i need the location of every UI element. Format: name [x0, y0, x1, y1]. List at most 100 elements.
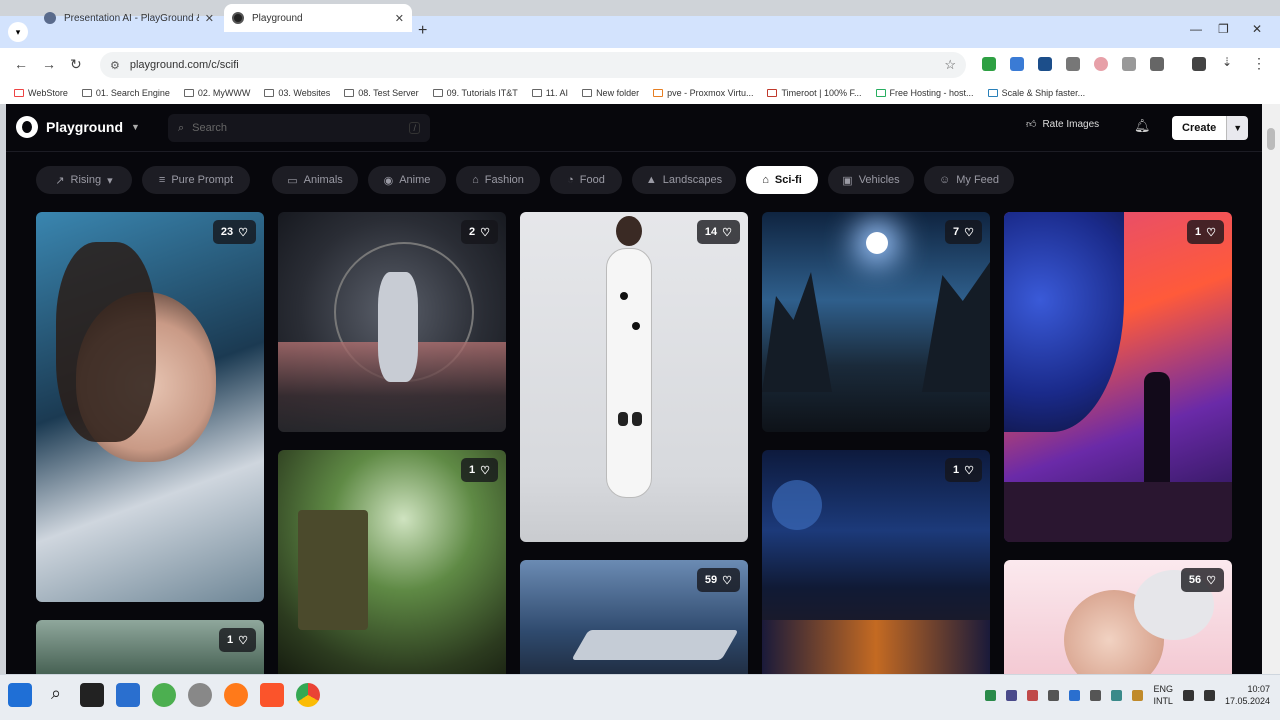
- brave-icon[interactable]: [260, 683, 284, 707]
- tray-app-icon[interactable]: [1111, 689, 1123, 701]
- image-card-forest[interactable]: 1 ♡: [36, 620, 264, 674]
- bookmark-folder[interactable]: 11. AI: [531, 88, 568, 98]
- tab-presentation-ai[interactable]: Presentation AI - PlayGround & ... ✕: [36, 4, 222, 32]
- image-card-jungle[interactable]: 1 ♡: [278, 450, 506, 674]
- bookmark-folder[interactable]: 08. Test Server: [344, 88, 419, 98]
- likes-badge[interactable]: 23 ♡: [212, 220, 256, 244]
- filter-food[interactable]: ◔ Food: [550, 166, 622, 194]
- vpn-icon[interactable]: [188, 683, 212, 707]
- tray-app-icon[interactable]: [985, 689, 997, 701]
- create-dropdown-chevron-icon[interactable]: ▼: [1226, 116, 1249, 140]
- likes-badge[interactable]: 14 ♡: [696, 220, 740, 244]
- restore-button[interactable]: ❐: [1218, 22, 1229, 36]
- close-tab-icon[interactable]: ✕: [395, 12, 404, 25]
- tray-app-icon[interactable]: [1069, 689, 1081, 701]
- bookmark-folder[interactable]: 03. Websites: [264, 88, 330, 98]
- filter-my-feed[interactable]: ☺ My Feed: [924, 166, 1014, 194]
- extensions-puzzle-icon[interactable]: [1150, 57, 1164, 71]
- search-box[interactable]: ⌕ /: [168, 114, 430, 142]
- close-tab-icon[interactable]: ✕: [205, 12, 214, 25]
- likes-count: 1: [469, 464, 476, 476]
- bookmark-folder[interactable]: 01. Search Engine: [81, 88, 170, 98]
- site-info-icon[interactable]: ⚙: [110, 59, 120, 72]
- image-card-star-canyon[interactable]: 7 ♡: [762, 212, 990, 432]
- sync-icon[interactable]: [152, 683, 176, 707]
- extension-sound-icon[interactable]: [1122, 57, 1136, 71]
- image-card-future-city[interactable]: 1 ♡: [762, 450, 990, 674]
- image-card-alien-planet[interactable]: 1 ♡: [1004, 212, 1232, 542]
- address-bar[interactable]: ⚙ playground.com/c/scifi ☆: [100, 52, 966, 78]
- image-card-spaceship[interactable]: 59 ♡: [520, 560, 748, 674]
- likes-badge[interactable]: 1 ♡: [945, 458, 982, 482]
- search-icon[interactable]: ⌕: [44, 683, 68, 707]
- filter-anime[interactable]: ◉ Anime: [368, 166, 446, 194]
- likes-badge[interactable]: 1 ♡: [1187, 220, 1224, 244]
- tab-playground[interactable]: Playground ✕: [224, 4, 412, 32]
- notifications-bell-icon[interactable]: 🔔︎: [1134, 118, 1151, 134]
- clock[interactable]: 10:07 17.05.2024: [1225, 683, 1270, 707]
- filter-sci-fi[interactable]: ⌂ Sci-fi: [746, 166, 818, 194]
- filter-animals[interactable]: ▭ Animals: [272, 166, 358, 194]
- chrome-icon[interactable]: [296, 683, 320, 707]
- language-indicator[interactable]: ENG INTL: [1153, 683, 1173, 707]
- close-window-button[interactable]: ✕: [1252, 22, 1262, 36]
- back-icon[interactable]: ←: [14, 56, 28, 72]
- app-blue-icon[interactable]: [116, 683, 140, 707]
- filter-pure-prompt[interactable]: ≡ Pure Prompt: [142, 166, 250, 194]
- tray-app-icon[interactable]: [1006, 689, 1018, 701]
- bookmark-hosting[interactable]: Free Hosting - host...: [875, 88, 974, 98]
- scrollbar-thumb[interactable]: [1267, 128, 1275, 150]
- likes-badge[interactable]: 1 ♡: [219, 628, 256, 652]
- likes-badge[interactable]: 7 ♡: [945, 220, 982, 244]
- likes-badge[interactable]: 2 ♡: [461, 220, 498, 244]
- filter-rising[interactable]: ↗ Rising ▾: [36, 166, 132, 194]
- extension-shield-blue-icon[interactable]: [1010, 57, 1024, 71]
- tray-app-icon[interactable]: [1132, 689, 1144, 701]
- image-card-white-suit[interactable]: 14 ♡: [520, 212, 748, 542]
- minimize-button[interactable]: —: [1190, 22, 1202, 36]
- side-panel-icon[interactable]: [1192, 57, 1206, 71]
- bookmark-webstore[interactable]: WebStore: [14, 88, 68, 98]
- rate-images-button[interactable]: 👍︎ Rate Images: [1026, 118, 1099, 131]
- filter-vehicles[interactable]: ▣ Vehicles: [828, 166, 914, 194]
- brand-logo[interactable]: Playground ▼: [16, 116, 140, 138]
- firefox-icon[interactable]: [224, 683, 248, 707]
- windows-start-icon[interactable]: [8, 683, 32, 707]
- wifi-icon[interactable]: [1182, 689, 1194, 701]
- filter-landscapes[interactable]: ▲ Landscapes: [632, 166, 736, 194]
- extension-cross-icon[interactable]: [1038, 57, 1052, 71]
- image-card-floral-portrait[interactable]: 56 ♡: [1004, 560, 1232, 674]
- image-card-robot[interactable]: 2 ♡: [278, 212, 506, 432]
- bookmark-proxmox[interactable]: pve - Proxmox Virtu...: [653, 88, 753, 98]
- downloads-icon[interactable]: ⇣: [1222, 55, 1232, 69]
- bookmark-folder[interactable]: 02. MyWWW: [183, 88, 250, 98]
- reload-icon[interactable]: ↻: [70, 56, 82, 73]
- volume-icon[interactable]: [1203, 689, 1215, 701]
- terminal-icon[interactable]: [80, 683, 104, 707]
- bookmark-timeroot[interactable]: Timeroot | 100% F...: [767, 88, 862, 98]
- page-scrollbar[interactable]: [1262, 104, 1280, 674]
- likes-badge[interactable]: 59 ♡: [696, 568, 740, 592]
- menu-icon[interactable]: ⋮: [1252, 55, 1266, 72]
- extension-shield-icon[interactable]: [982, 57, 996, 71]
- tray-app-icon[interactable]: [1090, 689, 1102, 701]
- forward-icon[interactable]: →: [42, 56, 56, 72]
- bookmark-folder[interactable]: New folder: [582, 88, 639, 98]
- search-input[interactable]: [192, 122, 393, 134]
- likes-badge[interactable]: 56 ♡: [1180, 568, 1224, 592]
- tab-search-button[interactable]: ▾: [8, 22, 28, 42]
- bookmark-star-icon[interactable]: ☆: [944, 57, 956, 73]
- extension-pink-icon[interactable]: [1094, 57, 1108, 71]
- tray-app-icon[interactable]: [1048, 689, 1060, 701]
- new-tab-button[interactable]: +: [418, 22, 427, 40]
- filter-fashion[interactable]: ⌂ Fashion: [456, 166, 540, 194]
- bookmark-scale[interactable]: Scale & Ship faster...: [987, 88, 1085, 98]
- bookmark-folder[interactable]: 09. Tutorials IT&T: [432, 88, 518, 98]
- image-card-astronaut[interactable]: 23 ♡: [36, 212, 264, 602]
- extension-window-icon[interactable]: [1066, 57, 1080, 71]
- create-button[interactable]: Create: [1172, 116, 1227, 140]
- likes-badge[interactable]: 1 ♡: [461, 458, 498, 482]
- tray-app-icon[interactable]: [1027, 689, 1039, 701]
- image-content: [378, 272, 418, 382]
- bookmark-label: Free Hosting - host...: [889, 88, 974, 98]
